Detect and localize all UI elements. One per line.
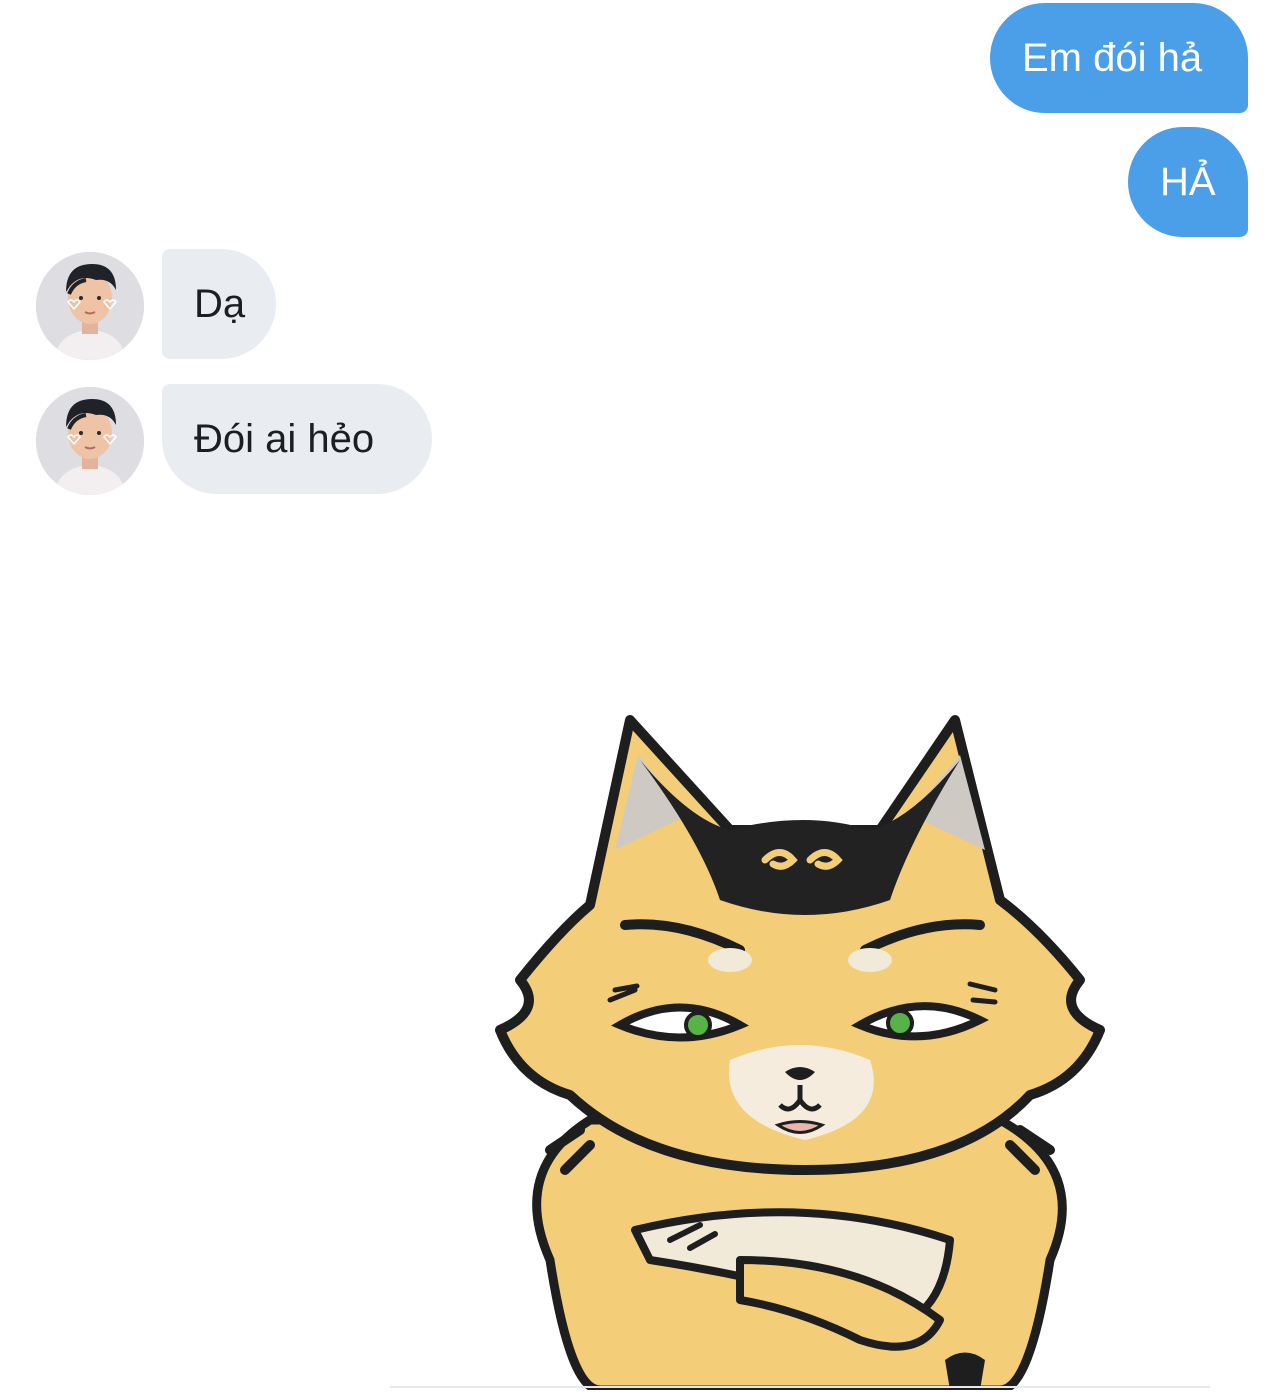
contact-avatar[interactable] xyxy=(36,387,144,495)
person-avatar-icon xyxy=(36,252,144,360)
angry-cat-sticker-icon xyxy=(495,715,1105,1395)
contact-avatar[interactable] xyxy=(36,252,144,360)
message-text: Dạ xyxy=(194,282,246,326)
person-avatar-icon xyxy=(36,387,144,495)
outgoing-message-bubble[interactable]: Em đói hả xyxy=(990,3,1248,113)
divider xyxy=(390,1386,1210,1388)
message-text: Đói ai hẻo xyxy=(194,417,375,461)
message-text: Em đói hả xyxy=(1022,36,1203,80)
incoming-message-bubble[interactable]: Đói ai hẻo xyxy=(162,384,432,494)
incoming-message-bubble[interactable]: Dạ xyxy=(162,249,276,359)
message-text: HẢ xyxy=(1160,160,1216,204)
outgoing-message-bubble[interactable]: HẢ xyxy=(1128,127,1248,237)
cat-sticker[interactable] xyxy=(440,700,1160,1395)
